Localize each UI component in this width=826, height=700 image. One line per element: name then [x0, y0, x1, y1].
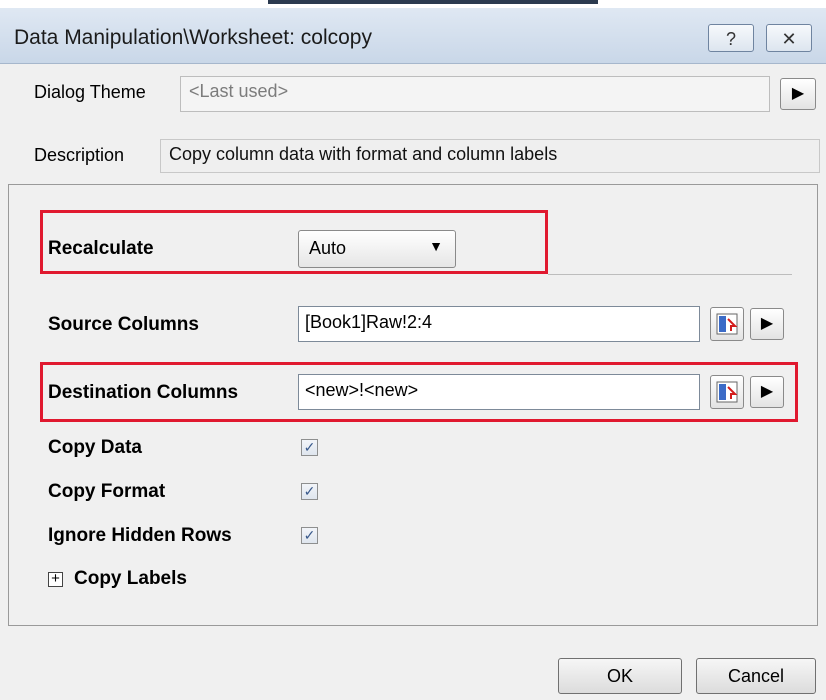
close-button[interactable]: ✕ [766, 24, 812, 52]
description-label: Description [34, 145, 125, 165]
select-range-icon [716, 381, 738, 403]
chevron-down-icon: ▼ [429, 238, 443, 254]
recalculate-label: Recalculate [48, 238, 154, 259]
dialog-theme-label: Dialog Theme [34, 82, 146, 102]
source-column-picker-button[interactable] [710, 307, 744, 341]
recalculate-dropdown[interactable]: Auto ▼ [298, 230, 456, 268]
checkmark-icon: ✓ [303, 483, 316, 499]
source-menu-button[interactable]: ▶ [750, 308, 784, 340]
background-strip-decoration [268, 0, 598, 4]
ignore-hidden-rows-label: Ignore Hidden Rows [48, 525, 232, 546]
close-icon: ✕ [781, 29, 797, 49]
checkmark-icon: ✓ [303, 527, 316, 543]
dialog-window: Data Manipulation\Worksheet: colcopy ? ✕… [0, 0, 826, 700]
source-columns-label: Source Columns [48, 314, 199, 335]
window-title: Data Manipulation\Worksheet: colcopy [14, 26, 372, 49]
recalculate-value: Auto [309, 238, 347, 258]
ok-button[interactable]: OK [558, 658, 682, 694]
ignore-hidden-rows-checkbox[interactable]: ✓ [301, 527, 318, 544]
copy-data-checkbox[interactable]: ✓ [301, 439, 318, 456]
copy-labels-label: Copy Labels [74, 568, 187, 589]
dialog-theme-field[interactable]: <Last used> [180, 76, 770, 112]
help-icon: ? [725, 29, 736, 49]
copy-format-checkbox[interactable]: ✓ [301, 483, 318, 500]
destination-menu-button[interactable]: ▶ [750, 376, 784, 408]
description-field: Copy column data with format and column … [160, 139, 820, 173]
copy-data-label: Copy Data [48, 437, 142, 458]
destination-columns-label: Destination Columns [48, 382, 239, 403]
expand-copy-labels-button[interactable]: + [48, 570, 63, 587]
copy-format-label: Copy Format [48, 481, 166, 502]
checkmark-icon: ✓ [303, 439, 316, 455]
cancel-button[interactable]: Cancel [696, 658, 816, 694]
destination-columns-input[interactable]: <new>!<new> [298, 374, 700, 410]
triangle-right-icon: ▶ [760, 383, 774, 400]
title-bar[interactable]: Data Manipulation\Worksheet: colcopy ? ✕ [0, 8, 826, 64]
plus-icon: + [51, 570, 60, 587]
destination-column-picker-button[interactable] [710, 375, 744, 409]
triangle-right-icon: ▶ [760, 315, 774, 332]
source-columns-input[interactable]: [Book1]Raw!2:4 [298, 306, 700, 342]
background-strip [0, 0, 826, 8]
triangle-right-icon: ▶ [791, 85, 805, 102]
select-range-icon [716, 313, 738, 335]
divider [548, 274, 792, 275]
theme-menu-button[interactable]: ▶ [780, 78, 816, 110]
help-button[interactable]: ? [708, 24, 754, 52]
